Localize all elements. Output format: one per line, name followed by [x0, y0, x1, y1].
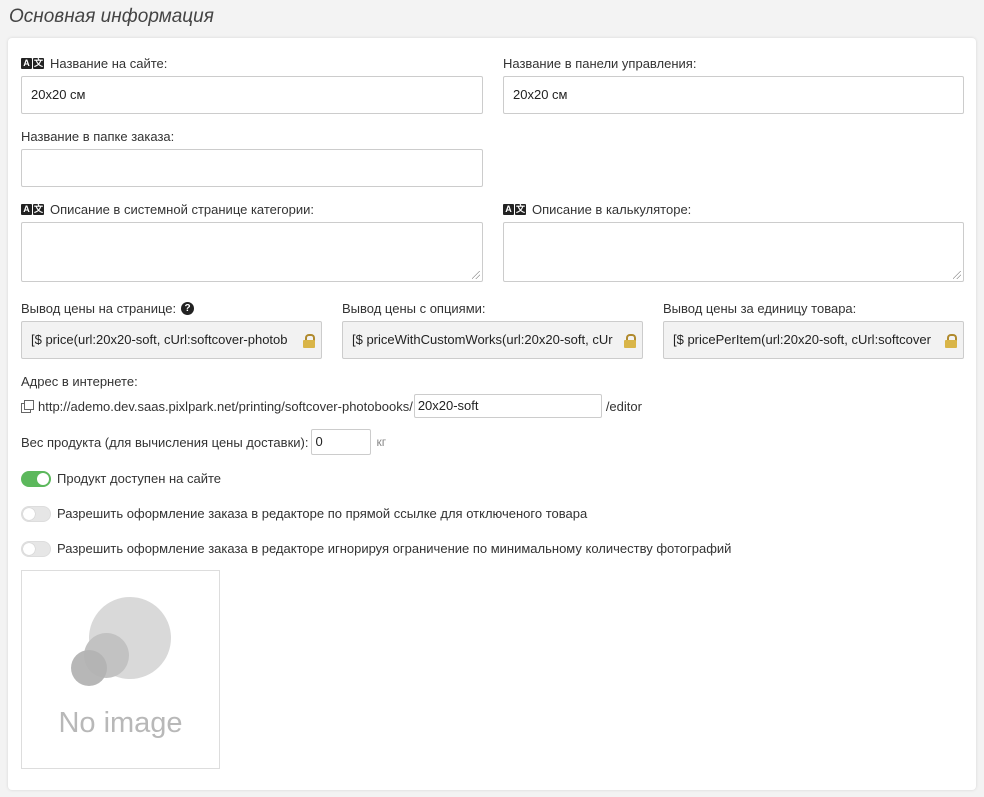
price-with-options-label: Вывод цены с опциями:	[342, 301, 486, 316]
external-link-icon[interactable]	[21, 400, 34, 413]
allow-disabled-direct-link-toggle[interactable]	[21, 506, 51, 522]
product-image-placeholder[interactable]: No image	[21, 570, 220, 769]
price-per-item-value: [$ pricePerItem(url:20x20-soft, cUrl:sof…	[673, 332, 931, 347]
calculator-description-label-row: A文 Описание в калькуляторе:	[503, 202, 691, 217]
admin-name-input[interactable]: 20x20 см	[503, 76, 964, 114]
weight-row: Вес продукта (для вычисления цены достав…	[21, 429, 386, 455]
image-placeholder-circle	[71, 650, 107, 686]
site-name-input[interactable]: 20x20 см	[21, 76, 483, 114]
translate-icon[interactable]: A文	[503, 204, 526, 215]
order-folder-name-input[interactable]	[21, 149, 483, 187]
translate-icon[interactable]: A文	[21, 58, 44, 69]
internet-address-suffix: /editor	[605, 398, 642, 414]
price-output-label: Вывод цены на странице:	[21, 301, 177, 316]
lock-icon	[303, 334, 315, 348]
lock-icon	[624, 334, 636, 348]
category-description-label-row: A文 Описание в системной странице категор…	[21, 202, 314, 217]
resize-grip-icon[interactable]	[953, 271, 961, 279]
price-per-item-label: Вывод цены за единицу товара:	[663, 301, 857, 316]
category-description-textarea[interactable]	[21, 222, 483, 282]
internet-address-label: Адрес в интернете:	[21, 374, 138, 389]
lock-icon	[945, 334, 957, 348]
site-name-label: Название на сайте:	[50, 56, 168, 71]
ignore-min-photos-label: Разрешить оформление заказа в редакторе …	[57, 541, 732, 556]
admin-name-label: Название в панели управления:	[503, 56, 697, 71]
question-circle-icon[interactable]: ?	[181, 302, 195, 315]
product-available-label: Продукт доступен на сайте	[57, 471, 222, 486]
main-info-card: A文 Название на сайте: 20x20 см Название …	[8, 38, 976, 790]
weight-input[interactable]: 0	[311, 429, 372, 455]
price-output-field[interactable]: [$ price(url:20x20-soft, cUrl:softcover-…	[21, 321, 322, 359]
url-slug-input[interactable]: 20x20-soft	[413, 394, 602, 418]
calculator-description-label: Описание в калькуляторе:	[532, 202, 692, 217]
ignore-min-photos-toggle[interactable]	[21, 541, 51, 557]
price-with-options-value: [$ priceWithCustomWorks(url:20x20-soft, …	[352, 332, 613, 347]
translate-icon[interactable]: A文	[21, 204, 44, 215]
weight-label: Вес продукта (для вычисления цены достав…	[21, 434, 309, 450]
resize-grip-icon[interactable]	[472, 271, 480, 279]
no-image-text: No image	[58, 707, 183, 739]
category-description-label: Описание в системной странице категории:	[50, 202, 314, 217]
weight-unit: кг	[376, 435, 387, 449]
price-per-item-field[interactable]: [$ pricePerItem(url:20x20-soft, cUrl:sof…	[663, 321, 964, 359]
internet-address-base-url[interactable]: http://ademo.dev.saas.pixlpark.net/print…	[38, 399, 413, 414]
section-title: Основная информация	[9, 6, 214, 27]
price-output-value: [$ price(url:20x20-soft, cUrl:softcover-…	[31, 332, 288, 347]
site-name-label-row: A文 Название на сайте:	[21, 56, 167, 71]
calculator-description-textarea[interactable]	[503, 222, 964, 282]
allow-disabled-direct-link-label: Разрешить оформление заказа в редакторе …	[57, 506, 588, 521]
product-available-toggle[interactable]	[21, 471, 51, 487]
internet-address-row: http://ademo.dev.saas.pixlpark.net/print…	[21, 394, 642, 418]
price-output-label-row: Вывод цены на странице: ?	[21, 301, 195, 316]
order-folder-name-label: Название в папке заказа:	[21, 129, 175, 144]
price-with-options-field[interactable]: [$ priceWithCustomWorks(url:20x20-soft, …	[342, 321, 643, 359]
